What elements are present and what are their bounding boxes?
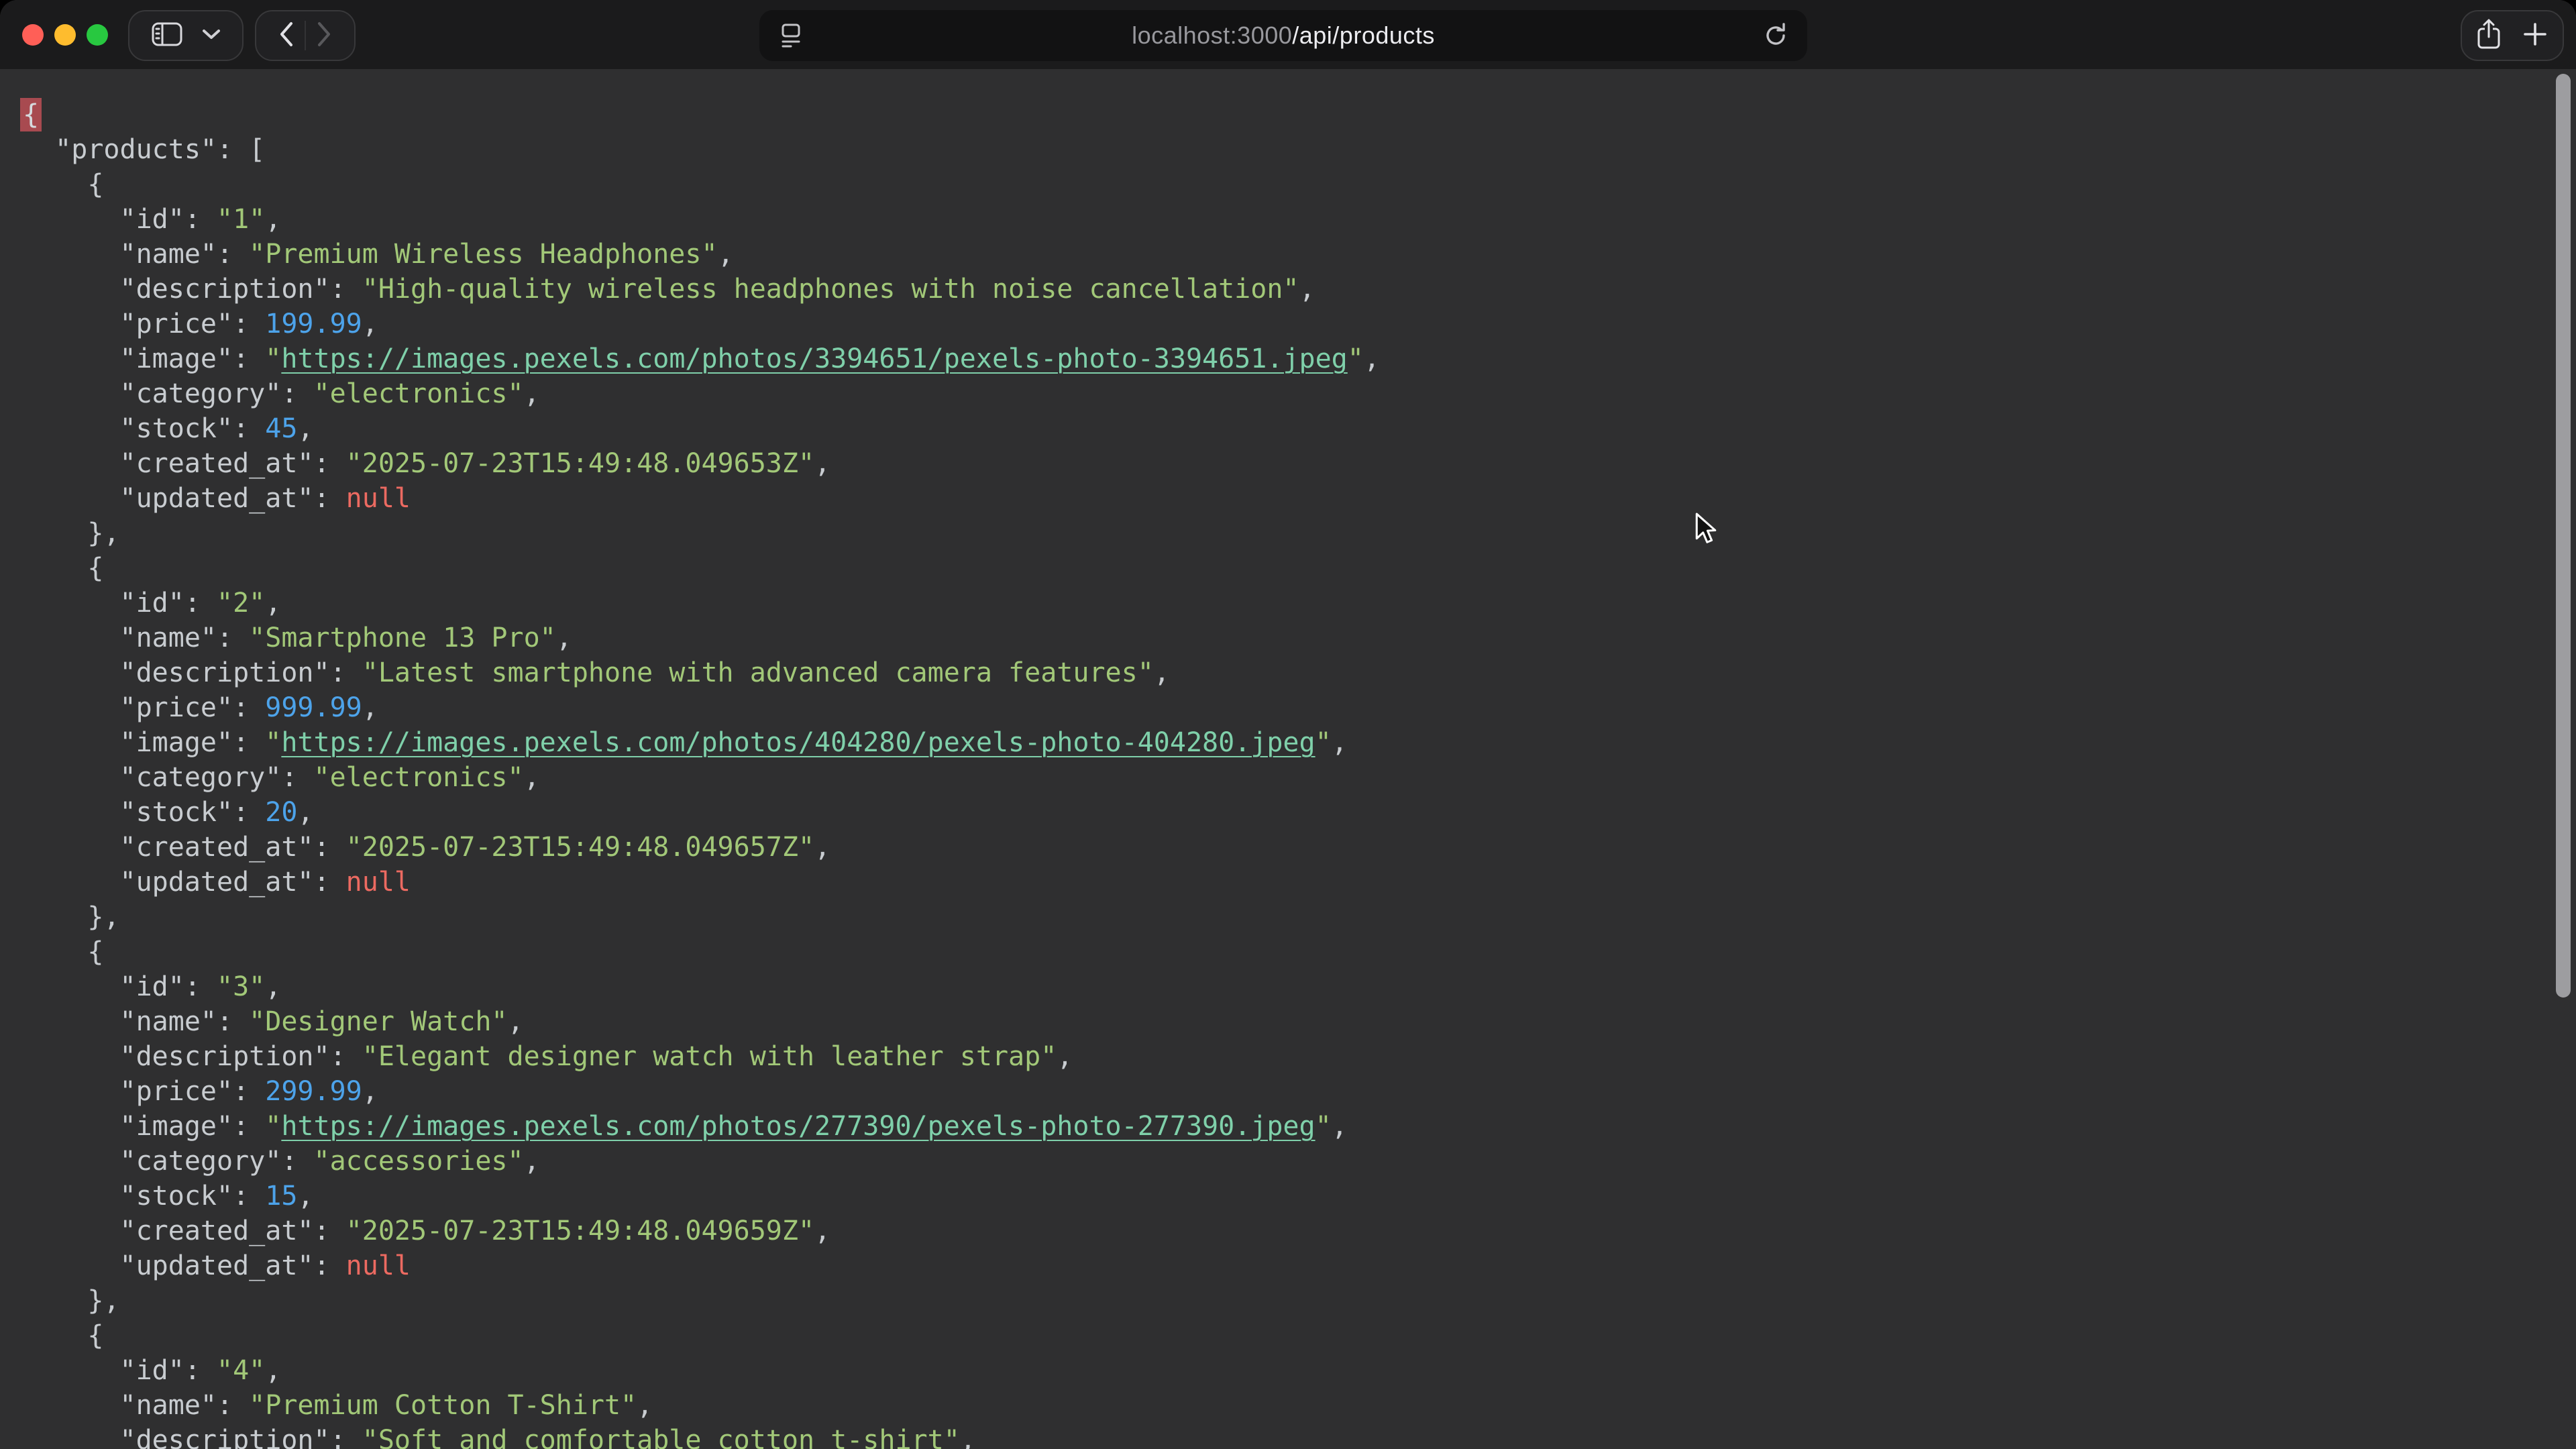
browser-window: localhost:3000/api/products	[0, 0, 2576, 1449]
scrollbar-thumb[interactable]	[2556, 74, 2571, 998]
sidebar-icon[interactable]	[151, 21, 183, 51]
url-host: localhost:3000	[1132, 21, 1292, 49]
close-button[interactable]	[22, 24, 44, 46]
mouse-cursor	[1692, 512, 1720, 550]
image-link[interactable]: https://images.pexels.com/photos/404280/…	[281, 727, 1315, 758]
chevron-down-icon[interactable]	[202, 28, 221, 44]
json-response-view: { "products": [ { "id": "1", "name": "Pr…	[0, 69, 2576, 1449]
reload-icon[interactable]	[1763, 21, 1790, 53]
minimize-button[interactable]	[54, 24, 76, 46]
sidebar-toggle-group	[128, 10, 244, 61]
new-tab-icon[interactable]	[2522, 21, 2548, 51]
forward-button[interactable]	[315, 21, 333, 51]
image-link[interactable]: https://images.pexels.com/photos/3394651…	[281, 343, 1347, 374]
traffic-lights	[22, 24, 108, 46]
zoom-button[interactable]	[87, 24, 108, 46]
navigation-group	[255, 10, 356, 61]
browser-toolbar: localhost:3000/api/products	[0, 0, 2576, 69]
nav-divider	[305, 21, 306, 50]
image-link[interactable]: https://images.pexels.com/photos/277390/…	[281, 1111, 1315, 1142]
highlighted-root-brace: {	[20, 98, 42, 131]
url-text: localhost:3000/api/products	[759, 21, 1807, 50]
back-button[interactable]	[278, 21, 295, 51]
share-icon[interactable]	[2476, 18, 2502, 54]
address-bar[interactable]: localhost:3000/api/products	[759, 10, 1807, 61]
url-path: /api/products	[1292, 21, 1435, 49]
toolbar-actions-group	[2461, 10, 2564, 61]
